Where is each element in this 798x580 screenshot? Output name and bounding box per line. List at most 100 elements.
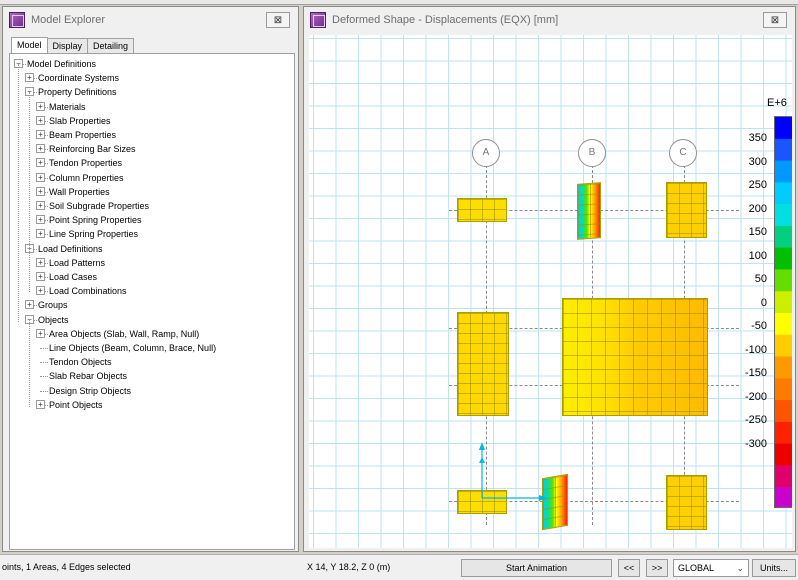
legend-color-band [775,160,792,183]
expand-icon[interactable]: + [36,201,45,210]
tree-item-label: Point Objects [49,399,103,410]
legend-label: -50 [751,320,767,332]
legend-color-band [775,378,792,401]
start-animation-button[interactable]: Start Animation [461,559,612,577]
model-canvas[interactable]: A B C E+6 350 300 250 200 150 100 50 0 -50 -100 -1… [309,35,792,548]
tree-item-slab-rebar-objects[interactable]: Slab Rebar Objects [49,369,127,383]
tree-item-label: Line Objects (Beam, Column, Brace, Null) [49,343,217,353]
legend-label: 350 [748,132,767,144]
expand-icon[interactable]: + [36,101,45,111]
tree-item-load-definitions[interactable]: Load Definitions [38,242,103,256]
footing-c1[interactable] [666,182,707,238]
close-button[interactable]: ⊠ [266,12,290,28]
footing-c3[interactable] [666,475,707,530]
tree-item-label: Materials [49,101,86,112]
tree-item-materials[interactable]: Materials [49,100,86,114]
expand-icon[interactable]: + [36,328,45,338]
expand-icon[interactable]: + [36,286,45,296]
tree-item-load-cases[interactable]: Load Cases [49,270,97,284]
axis-triad-icon [479,442,547,501]
view-close-button[interactable]: ⊠ [763,12,787,28]
tree-item-label: Beam Properties [49,130,117,140]
expand-icon[interactable]: + [25,73,34,83]
expand-icon[interactable]: + [36,130,45,139]
grid-bubble-a[interactable]: A [472,139,500,167]
tree-item-label: Design Strip Objects [49,385,132,396]
view-window-icon [310,12,326,28]
tree-item-load-combinations[interactable]: Load Combinations [49,284,127,298]
tree-item-label: Column Properties [49,172,124,183]
legend-color-band [775,247,792,270]
tree-item-reinforcing-bar-sizes[interactable]: Reinforcing Bar Sizes [49,142,136,156]
expand-icon[interactable]: + [36,115,45,125]
mat-foundation-bc[interactable] [562,298,708,416]
legend-label: -200 [744,390,767,403]
tree-item-beam-properties[interactable]: Beam Properties [49,128,116,142]
expand-icon[interactable]: + [36,229,45,239]
tree-item-groups[interactable]: Groups [38,298,68,312]
tree-item-point-objects[interactable]: Point Objects [49,398,103,412]
legend-color-band [775,465,792,488]
tree-item-property-definitions[interactable]: Property Definitions [38,85,117,99]
coord-system-select[interactable]: GLOBAL ⌄ [673,559,749,577]
legend-label: 250 [748,179,767,191]
expand-icon[interactable]: + [36,158,45,168]
tree-item-label: Soil Subgrade Properties [49,201,150,211]
tab-detailing[interactable]: Detailing [87,38,135,53]
expand-icon[interactable]: + [36,272,45,281]
prev-frame-button[interactable]: << [618,559,640,577]
footing-b1-deformed[interactable] [577,182,601,240]
top-toolbar-strip [0,0,798,5]
expand-icon[interactable]: + [25,300,34,310]
tree-item-slab-properties[interactable]: Slab Properties [49,114,111,128]
legend-color-band [775,400,792,423]
tab-display[interactable]: Display [46,38,89,53]
tree-item-tendon-objects[interactable]: Tendon Objects [49,355,112,369]
expand-icon[interactable]: + [36,186,45,196]
legend-exponent: E+6 [767,97,787,109]
tree-item-point-spring-properties[interactable]: Point Spring Properties [49,213,142,227]
tree-item-load-patterns[interactable]: Load Patterns [49,256,105,270]
tree-item-tendon-properties[interactable]: Tendon Properties [49,156,122,170]
expand-icon[interactable]: + [36,215,45,225]
selection-status: oints, 1 Areas, 4 Edges selected [2,562,131,572]
expand-icon[interactable]: + [36,399,45,409]
tree-item-wall-properties[interactable]: Wall Properties [49,185,110,199]
units-button[interactable]: Units... [752,559,796,577]
mesh [458,313,508,415]
expand-icon[interactable]: + [36,257,45,267]
expand-icon[interactable]: + [36,144,45,154]
tree-item-coordinate-systems[interactable]: Coordinate Systems [38,71,119,85]
tree-item-label: Objects [38,314,69,325]
legend-label: 50 [754,273,767,285]
legend-color-band [775,421,792,445]
tree-item-line-objects[interactable]: Line Objects (Beam, Column, Brace, Null) [49,341,216,355]
tab-model[interactable]: Model [11,37,48,53]
grid-bubble-c[interactable]: C [669,139,697,167]
tree-item-area-objects[interactable]: Area Objects (Slab, Wall, Ramp, Null) [49,327,199,341]
legend-color-band [775,182,792,205]
tree-item-objects[interactable]: Objects [38,313,69,327]
footing-a1[interactable] [457,198,507,222]
tree-item-label: Point Spring Properties [49,215,142,226]
legend-label: -150 [744,367,767,379]
tree-item-line-spring-properties[interactable]: Line Spring Properties [49,227,138,241]
tree-connector [40,390,48,392]
tree-item-label: Property Definitions [38,87,117,98]
chevron-down-icon: ⌄ [736,563,744,573]
tree-guide [29,92,30,248]
legend-label: 150 [748,226,767,238]
tree-item-soil-subgrade-properties[interactable]: Soil Subgrade Properties [49,199,149,213]
deformed-shape-window: Deformed Shape - Displacements (EQX) [mm… [303,6,796,552]
mesh [563,299,707,415]
footing-a2[interactable] [457,312,509,416]
next-frame-button[interactable]: >> [646,559,668,577]
tree-item-label: Slab Rebar Objects [49,371,128,382]
tree-item-design-strip-objects[interactable]: Design Strip Objects [49,384,131,398]
tree-item-column-properties[interactable]: Column Properties [49,171,124,185]
grid-bubble-b[interactable]: B [578,139,606,167]
legend-color-band [775,356,792,379]
background-grid [309,35,792,548]
expand-icon[interactable]: + [36,172,45,182]
tree-item-model-definitions[interactable]: Model Definitions [27,57,96,71]
